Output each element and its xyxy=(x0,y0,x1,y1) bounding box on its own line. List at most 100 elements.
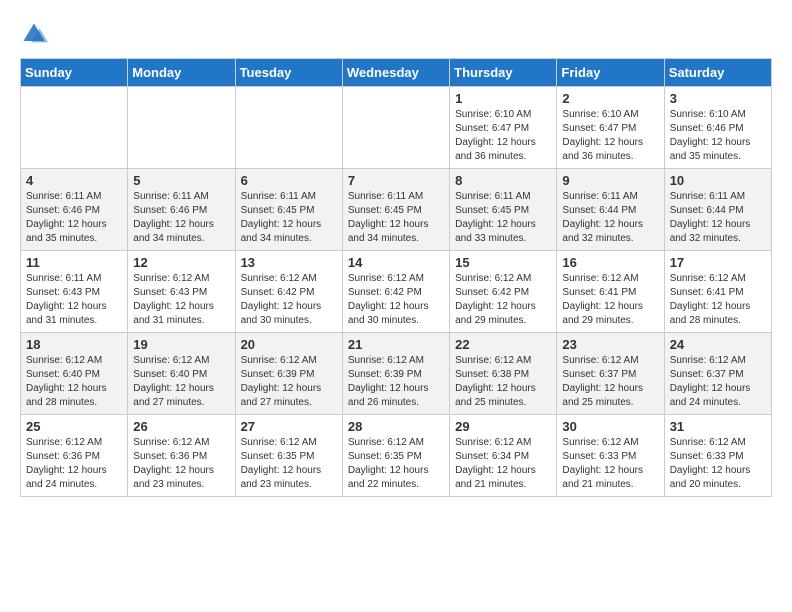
day-number: 21 xyxy=(348,337,444,352)
logo xyxy=(20,20,52,48)
day-info: Sunrise: 6:11 AMSunset: 6:43 PMDaylight:… xyxy=(26,272,122,328)
day-number: 29 xyxy=(455,419,551,434)
calendar-week-row: 1 Sunrise: 6:10 AMSunset: 6:47 PMDaylight… xyxy=(21,87,772,169)
day-number: 17 xyxy=(670,255,766,270)
day-info: Sunrise: 6:11 AMSunset: 6:45 PMDaylight:… xyxy=(455,190,551,246)
calendar-day-cell: 19 Sunrise: 6:12 AMSunset: 6:40 PMDayligh… xyxy=(128,333,235,415)
day-number: 22 xyxy=(455,337,551,352)
day-info: Sunrise: 6:12 AMSunset: 6:39 PMDaylight:… xyxy=(348,354,444,410)
day-info: Sunrise: 6:11 AMSunset: 6:46 PMDaylight:… xyxy=(133,190,229,246)
calendar-day-cell: 6 Sunrise: 6:11 AMSunset: 6:45 PMDaylight… xyxy=(235,169,342,251)
calendar-day-cell: 2 Sunrise: 6:10 AMSunset: 6:47 PMDaylight… xyxy=(557,87,664,169)
day-info: Sunrise: 6:12 AMSunset: 6:36 PMDaylight:… xyxy=(26,436,122,492)
day-number: 6 xyxy=(241,173,337,188)
logo-icon xyxy=(20,20,48,48)
calendar-day-cell: 25 Sunrise: 6:12 AMSunset: 6:36 PMDayligh… xyxy=(21,415,128,497)
day-number: 8 xyxy=(455,173,551,188)
day-info: Sunrise: 6:11 AMSunset: 6:45 PMDaylight:… xyxy=(241,190,337,246)
day-info: Sunrise: 6:10 AMSunset: 6:47 PMDaylight:… xyxy=(455,108,551,164)
day-number: 27 xyxy=(241,419,337,434)
day-number: 14 xyxy=(348,255,444,270)
day-number: 31 xyxy=(670,419,766,434)
calendar-day-cell: 21 Sunrise: 6:12 AMSunset: 6:39 PMDayligh… xyxy=(342,333,449,415)
day-number: 23 xyxy=(562,337,658,352)
day-number: 11 xyxy=(26,255,122,270)
day-number: 20 xyxy=(241,337,337,352)
calendar-day-cell xyxy=(21,87,128,169)
calendar-day-cell: 28 Sunrise: 6:12 AMSunset: 6:35 PMDayligh… xyxy=(342,415,449,497)
day-number: 28 xyxy=(348,419,444,434)
calendar-day-cell: 4Sunrise: 6:11 AMSunset: 6:46 PMDaylight… xyxy=(21,169,128,251)
day-info: Sunrise: 6:12 AMSunset: 6:42 PMDaylight:… xyxy=(241,272,337,328)
calendar-day-cell: 3 Sunrise: 6:10 AMSunset: 6:46 PMDaylight… xyxy=(664,87,771,169)
day-info: Sunrise: 6:12 AMSunset: 6:37 PMDaylight:… xyxy=(670,354,766,410)
calendar-table: SundayMondayTuesdayWednesdayThursdayFrid… xyxy=(20,58,772,497)
day-header-tuesday: Tuesday xyxy=(235,59,342,87)
day-number: 4 xyxy=(26,173,122,188)
day-header-sunday: Sunday xyxy=(21,59,128,87)
day-info: Sunrise: 6:12 AMSunset: 6:40 PMDaylight:… xyxy=(133,354,229,410)
day-info: Sunrise: 6:12 AMSunset: 6:33 PMDaylight:… xyxy=(670,436,766,492)
calendar-day-cell: 8 Sunrise: 6:11 AMSunset: 6:45 PMDaylight… xyxy=(450,169,557,251)
calendar-day-cell: 5 Sunrise: 6:11 AMSunset: 6:46 PMDaylight… xyxy=(128,169,235,251)
calendar-day-cell: 12Sunrise: 6:12 AMSunset: 6:43 PMDayligh… xyxy=(128,251,235,333)
day-number: 25 xyxy=(26,419,122,434)
calendar-week-row: 25 Sunrise: 6:12 AMSunset: 6:36 PMDayligh… xyxy=(21,415,772,497)
day-header-monday: Monday xyxy=(128,59,235,87)
day-number: 15 xyxy=(455,255,551,270)
day-number: 30 xyxy=(562,419,658,434)
page-header xyxy=(20,20,772,48)
calendar-day-cell: 9 Sunrise: 6:11 AMSunset: 6:44 PMDaylight… xyxy=(557,169,664,251)
day-header-wednesday: Wednesday xyxy=(342,59,449,87)
calendar-week-row: 18 Sunrise: 6:12 AMSunset: 6:40 PMDayligh… xyxy=(21,333,772,415)
calendar-day-cell: 31 Sunrise: 6:12 AMSunset: 6:33 PMDayligh… xyxy=(664,415,771,497)
calendar-day-cell xyxy=(128,87,235,169)
day-info: Sunrise: 6:12 AMSunset: 6:34 PMDaylight:… xyxy=(455,436,551,492)
day-number: 5 xyxy=(133,173,229,188)
calendar-day-cell: 7 Sunrise: 6:11 AMSunset: 6:45 PMDaylight… xyxy=(342,169,449,251)
day-header-thursday: Thursday xyxy=(450,59,557,87)
day-header-saturday: Saturday xyxy=(664,59,771,87)
day-number: 10 xyxy=(670,173,766,188)
day-number: 26 xyxy=(133,419,229,434)
day-info: Sunrise: 6:10 AMSunset: 6:46 PMDaylight:… xyxy=(670,108,766,164)
day-info: Sunrise: 6:12 AMSunset: 6:39 PMDaylight:… xyxy=(241,354,337,410)
day-info: Sunrise: 6:12 AMSunset: 6:35 PMDaylight:… xyxy=(241,436,337,492)
day-info: Sunrise: 6:12 AMSunset: 6:43 PMDaylight:… xyxy=(133,272,229,328)
day-info: Sunrise: 6:12 AMSunset: 6:33 PMDaylight:… xyxy=(562,436,658,492)
day-number: 9 xyxy=(562,173,658,188)
day-number: 1 xyxy=(455,91,551,106)
day-info: Sunrise: 6:11 AMSunset: 6:44 PMDaylight:… xyxy=(562,190,658,246)
day-number: 19 xyxy=(133,337,229,352)
calendar-day-cell: 14Sunrise: 6:12 AMSunset: 6:42 PMDayligh… xyxy=(342,251,449,333)
day-number: 7 xyxy=(348,173,444,188)
day-info: Sunrise: 6:10 AMSunset: 6:47 PMDaylight:… xyxy=(562,108,658,164)
day-info: Sunrise: 6:11 AMSunset: 6:44 PMDaylight:… xyxy=(670,190,766,246)
calendar-day-cell: 18 Sunrise: 6:12 AMSunset: 6:40 PMDayligh… xyxy=(21,333,128,415)
calendar-day-cell: 20 Sunrise: 6:12 AMSunset: 6:39 PMDayligh… xyxy=(235,333,342,415)
calendar-day-cell: 22Sunrise: 6:12 AMSunset: 6:38 PMDayligh… xyxy=(450,333,557,415)
day-number: 13 xyxy=(241,255,337,270)
calendar-day-cell: 23 Sunrise: 6:12 AMSunset: 6:37 PMDayligh… xyxy=(557,333,664,415)
day-info: Sunrise: 6:11 AMSunset: 6:45 PMDaylight:… xyxy=(348,190,444,246)
calendar-day-cell: 26Sunrise: 6:12 AMSunset: 6:36 PMDayligh… xyxy=(128,415,235,497)
calendar-day-cell xyxy=(342,87,449,169)
calendar-day-cell: 15Sunrise: 6:12 AMSunset: 6:42 PMDayligh… xyxy=(450,251,557,333)
day-number: 16 xyxy=(562,255,658,270)
calendar-day-cell xyxy=(235,87,342,169)
calendar-day-cell: 29 Sunrise: 6:12 AMSunset: 6:34 PMDayligh… xyxy=(450,415,557,497)
day-number: 3 xyxy=(670,91,766,106)
calendar-day-cell: 11 Sunrise: 6:11 AMSunset: 6:43 PMDayligh… xyxy=(21,251,128,333)
calendar-week-row: 11 Sunrise: 6:11 AMSunset: 6:43 PMDayligh… xyxy=(21,251,772,333)
day-header-friday: Friday xyxy=(557,59,664,87)
calendar-day-cell: 17 Sunrise: 6:12 AMSunset: 6:41 PMDayligh… xyxy=(664,251,771,333)
day-number: 18 xyxy=(26,337,122,352)
day-info: Sunrise: 6:12 AMSunset: 6:41 PMDaylight:… xyxy=(670,272,766,328)
day-number: 2 xyxy=(562,91,658,106)
day-info: Sunrise: 6:12 AMSunset: 6:40 PMDaylight:… xyxy=(26,354,122,410)
calendar-day-cell: 30 Sunrise: 6:12 AMSunset: 6:33 PMDayligh… xyxy=(557,415,664,497)
calendar-day-cell: 27 Sunrise: 6:12 AMSunset: 6:35 PMDayligh… xyxy=(235,415,342,497)
day-info: Sunrise: 6:12 AMSunset: 6:37 PMDaylight:… xyxy=(562,354,658,410)
day-info: Sunrise: 6:12 AMSunset: 6:41 PMDaylight:… xyxy=(562,272,658,328)
day-info: Sunrise: 6:12 AMSunset: 6:35 PMDaylight:… xyxy=(348,436,444,492)
